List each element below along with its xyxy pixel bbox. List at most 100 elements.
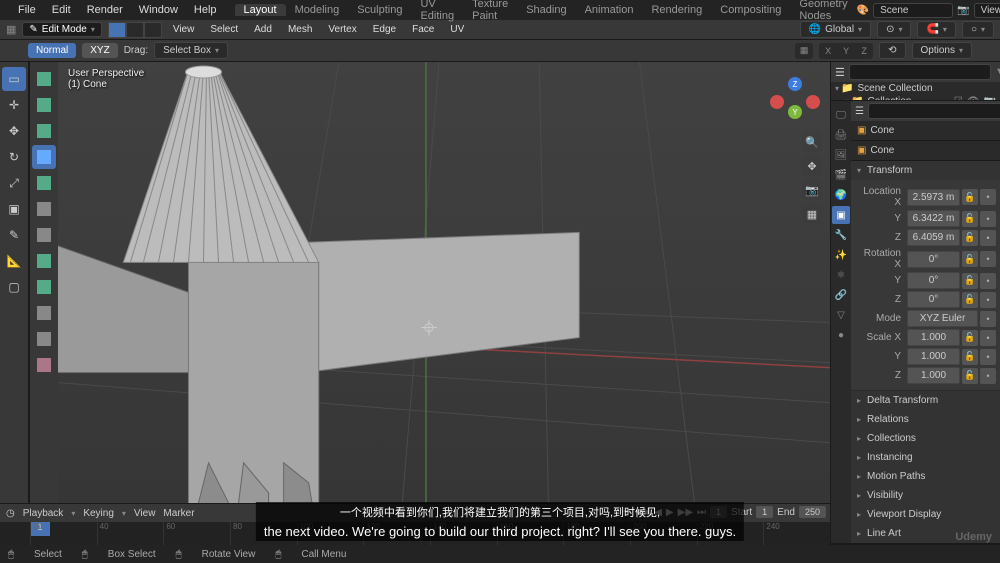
polybuild-icon[interactable]: [32, 197, 56, 221]
mode-selector[interactable]: ✎ Edit Mode ▾: [22, 22, 101, 37]
dot-icon[interactable]: •: [980, 251, 996, 267]
navigation-gizmo[interactable]: Z Y: [770, 77, 820, 127]
scene-tab-icon[interactable]: 🎬: [832, 166, 850, 184]
shear-icon[interactable]: [32, 327, 56, 351]
options-dropdown[interactable]: Options▾: [912, 42, 972, 59]
scale-y-input[interactable]: 1.000: [907, 348, 960, 365]
physics-tab-icon[interactable]: ⚛: [832, 266, 850, 284]
outliner-search[interactable]: [849, 64, 991, 80]
inset-icon[interactable]: [32, 93, 56, 117]
lock-icon[interactable]: 🔓: [962, 368, 978, 384]
tab-layout[interactable]: Layout: [235, 4, 286, 16]
knife-icon[interactable]: [32, 171, 56, 195]
transform-header[interactable]: ▾Transform: [851, 161, 1000, 180]
tab-shading[interactable]: Shading: [517, 4, 575, 16]
transform-tool-icon[interactable]: ▣: [2, 197, 26, 221]
pivot-select[interactable]: ⊙▾: [877, 21, 911, 38]
loopcut-icon[interactable]: [32, 145, 56, 169]
tab-animation[interactable]: Animation: [576, 4, 643, 16]
bevel-icon[interactable]: [32, 119, 56, 143]
scale-z-input[interactable]: 1.000: [907, 367, 960, 384]
automerge-icon[interactable]: ⟲: [879, 42, 905, 59]
menu-edge[interactable]: Edge: [368, 24, 401, 35]
particle-tab-icon[interactable]: ✨: [832, 246, 850, 264]
tab-uv[interactable]: UV Editing: [411, 0, 463, 22]
section-viewport[interactable]: ▸Viewport Display: [851, 505, 1000, 524]
props-type-icon[interactable]: ☰: [855, 106, 864, 117]
section-delta[interactable]: ▸Delta Transform: [851, 391, 1000, 410]
dot-icon[interactable]: •: [980, 230, 996, 246]
snap-select[interactable]: 🧲▾: [917, 21, 955, 38]
lock-icon[interactable]: 🔓: [962, 251, 978, 267]
menu-vertex[interactable]: Vertex: [323, 24, 361, 35]
mesh-tab-icon[interactable]: ▽: [832, 306, 850, 324]
move-tool-icon[interactable]: ✥: [2, 119, 26, 143]
pan-icon[interactable]: ✥: [802, 156, 822, 176]
marker-menu[interactable]: Marker: [163, 508, 194, 519]
normal-button[interactable]: Normal: [28, 43, 76, 58]
camera-view-icon[interactable]: 📷: [802, 180, 822, 200]
zoom-icon[interactable]: 🔍: [802, 132, 822, 152]
constraint-tab-icon[interactable]: 🔗: [832, 286, 850, 304]
rot-y-input[interactable]: 0°: [907, 272, 960, 289]
select-tool-icon[interactable]: ▭: [2, 67, 26, 91]
menu-select[interactable]: Select: [205, 24, 243, 35]
gizmo-y-icon[interactable]: Y: [788, 105, 802, 119]
slide-icon[interactable]: [32, 275, 56, 299]
dot-icon[interactable]: •: [980, 189, 996, 205]
lock-icon[interactable]: 🔓: [962, 211, 978, 227]
playback-menu[interactable]: Playback: [23, 508, 64, 519]
menu-edit[interactable]: Edit: [44, 4, 79, 16]
output-tab-icon[interactable]: 🖨: [832, 126, 850, 144]
lock-icon[interactable]: 🔓: [962, 189, 978, 205]
measure-tool-icon[interactable]: 📐: [2, 249, 26, 273]
datablock-name[interactable]: ▣ Cone: [851, 141, 1000, 161]
gizmo-x-icon[interactable]: [770, 95, 784, 109]
add-cube-icon[interactable]: ▢: [2, 275, 26, 299]
gizmo-neg-x-icon[interactable]: [806, 95, 820, 109]
rotate-tool-icon[interactable]: ↻: [2, 145, 26, 169]
proportional-select[interactable]: ○▾: [962, 21, 994, 38]
tree-scene-collection[interactable]: ▾📁 Scene Collection: [831, 82, 1000, 95]
orientation-select[interactable]: 🌐 Global ▾: [800, 21, 871, 38]
world-tab-icon[interactable]: 🌍: [832, 186, 850, 204]
loc-z-input[interactable]: 6.4059 m: [907, 229, 960, 246]
rot-z-input[interactable]: 0°: [907, 291, 960, 308]
section-collections[interactable]: ▸Collections: [851, 429, 1000, 448]
outliner-type-icon[interactable]: ☰: [835, 66, 845, 79]
section-motion[interactable]: ▸Motion Paths: [851, 467, 1000, 486]
annotate-tool-icon[interactable]: ✎: [2, 223, 26, 247]
axis-x[interactable]: X: [819, 43, 837, 59]
dot-icon[interactable]: •: [980, 330, 996, 346]
object-tab-icon[interactable]: ▣: [832, 206, 850, 224]
start-frame[interactable]: 1: [756, 506, 773, 518]
mesh-vis-icon[interactable]: ▦: [795, 43, 813, 59]
keying-menu[interactable]: Keying: [83, 508, 114, 519]
prop-search[interactable]: [868, 103, 1000, 119]
section-relations[interactable]: ▸Relations: [851, 410, 1000, 429]
edge-select-icon[interactable]: [126, 22, 144, 38]
vertex-select-icon[interactable]: [108, 22, 126, 38]
rot-mode-select[interactable]: XYZ Euler: [907, 310, 978, 327]
menu-face[interactable]: Face: [407, 24, 439, 35]
timeline-type-icon[interactable]: ◷: [6, 508, 15, 519]
menu-view[interactable]: View: [168, 24, 200, 35]
xyz-button[interactable]: XYZ: [82, 43, 117, 58]
menu-file[interactable]: File: [10, 4, 44, 16]
loc-y-input[interactable]: 6.3422 m: [907, 210, 960, 227]
section-visibility[interactable]: ▸Visibility: [851, 486, 1000, 505]
tab-compositing[interactable]: Compositing: [711, 4, 790, 16]
extrude-icon[interactable]: [32, 67, 56, 91]
shrink-icon[interactable]: [32, 301, 56, 325]
dot-icon[interactable]: •: [980, 292, 996, 308]
view-tab-icon[interactable]: 🖼: [832, 146, 850, 164]
menu-render[interactable]: Render: [79, 4, 131, 16]
axis-y[interactable]: Y: [837, 43, 855, 59]
menu-add[interactable]: Add: [249, 24, 277, 35]
menu-window[interactable]: Window: [131, 4, 186, 16]
spin-icon[interactable]: [32, 223, 56, 247]
lock-icon[interactable]: 🔓: [962, 292, 978, 308]
lock-icon[interactable]: 🔓: [962, 273, 978, 289]
dot-icon[interactable]: •: [980, 349, 996, 365]
lock-icon[interactable]: 🔓: [962, 349, 978, 365]
